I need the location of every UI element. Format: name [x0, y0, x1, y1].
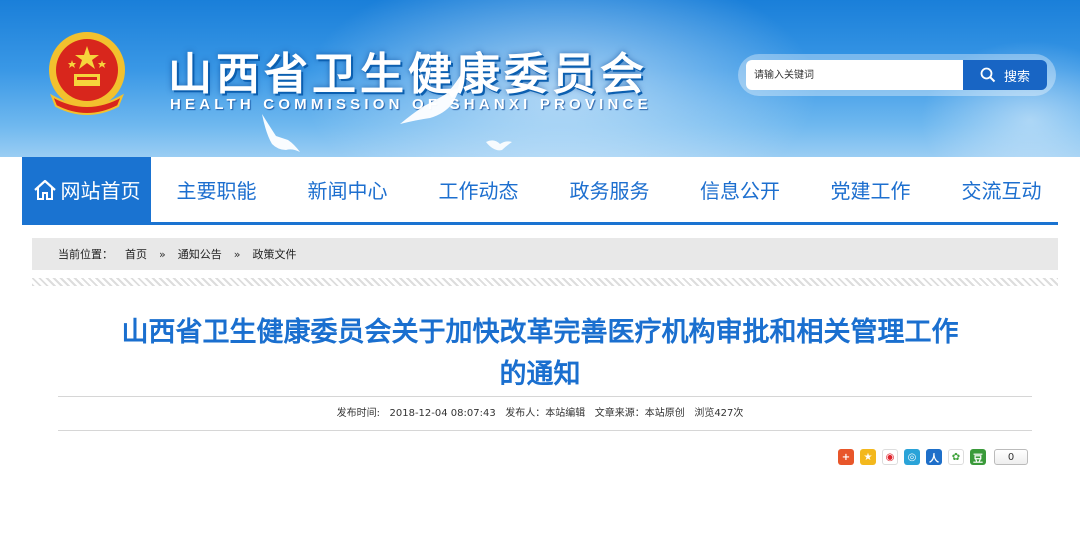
weibo-icon[interactable]: ◉ [882, 449, 898, 465]
breadcrumb-prefix: 当前位置： [58, 248, 113, 261]
article-title-line1: 山西省卫生健康委员会关于加快改革完善医疗机构审批和相关管理工作 [121, 317, 959, 348]
nav-item-news[interactable]: 新闻中心 [282, 157, 413, 222]
breadcrumb-home-link[interactable]: 首页 [125, 246, 147, 262]
dove-decoration-icon [262, 114, 300, 152]
share-count: 0 [994, 449, 1028, 465]
qzone-icon[interactable]: ★ [860, 449, 876, 465]
breadcrumb-notices-link[interactable]: 通知公告 [178, 246, 222, 262]
search-icon [980, 67, 996, 83]
home-icon [33, 179, 56, 200]
nav-item-interaction[interactable]: 交流互动 [936, 157, 1067, 222]
nav-item-work-updates[interactable]: 工作动态 [413, 157, 544, 222]
article-meta: 发布时间: 2018-12-04 08:07:43 发布人：本站编辑 文章来源：… [336, 408, 744, 419]
share-more-icon[interactable]: + [838, 449, 854, 465]
breadcrumb-separator: » [159, 247, 166, 261]
kaixin-icon[interactable]: ✿ [948, 449, 964, 465]
divider [58, 396, 1032, 397]
nav-item-functions[interactable]: 主要职能 [151, 157, 282, 222]
renren-icon[interactable]: 人 [926, 449, 942, 465]
breadcrumb-separator: » [233, 247, 241, 261]
breadcrumb-policy-link[interactable]: 政策文件 [252, 246, 296, 262]
douban-icon[interactable]: 豆 [970, 449, 986, 465]
share-bar: + ★ ◉ ◎ 人 ✿ 豆 0 [838, 448, 1028, 466]
dove-decoration-icon [400, 66, 466, 124]
nav-item-home[interactable]: 网站首页 [22, 157, 151, 222]
article-title-line2: 的通知 [499, 359, 581, 390]
search-button[interactable]: 搜索 [963, 60, 1047, 90]
search-input[interactable] [746, 60, 964, 90]
nav-home-label: 网站首页 [60, 179, 141, 203]
main-nav: 网站首页 主要职能 新闻中心 工作动态 政务服务 信息公开 党建工作 交流互动 [22, 157, 1058, 225]
nav-item-services[interactable]: 政务服务 [544, 157, 675, 222]
national-emblem-icon [49, 32, 125, 115]
nav-item-party-building[interactable]: 党建工作 [805, 157, 936, 222]
search-button-label: 搜索 [1003, 69, 1030, 85]
breadcrumb: 当前位置： 首页 » 通知公告 » 政策文件 [32, 238, 1058, 270]
article-title: 山西省卫生健康委员会关于加快改革完善医疗机构审批和相关管理工作 的通知 [40, 312, 1040, 396]
dove-decoration-icon [486, 140, 512, 151]
tencent-weibo-icon[interactable]: ◎ [904, 449, 920, 465]
nav-item-disclosure[interactable]: 信息公开 [675, 157, 805, 222]
dotted-divider [32, 278, 1058, 286]
divider [58, 430, 1032, 431]
